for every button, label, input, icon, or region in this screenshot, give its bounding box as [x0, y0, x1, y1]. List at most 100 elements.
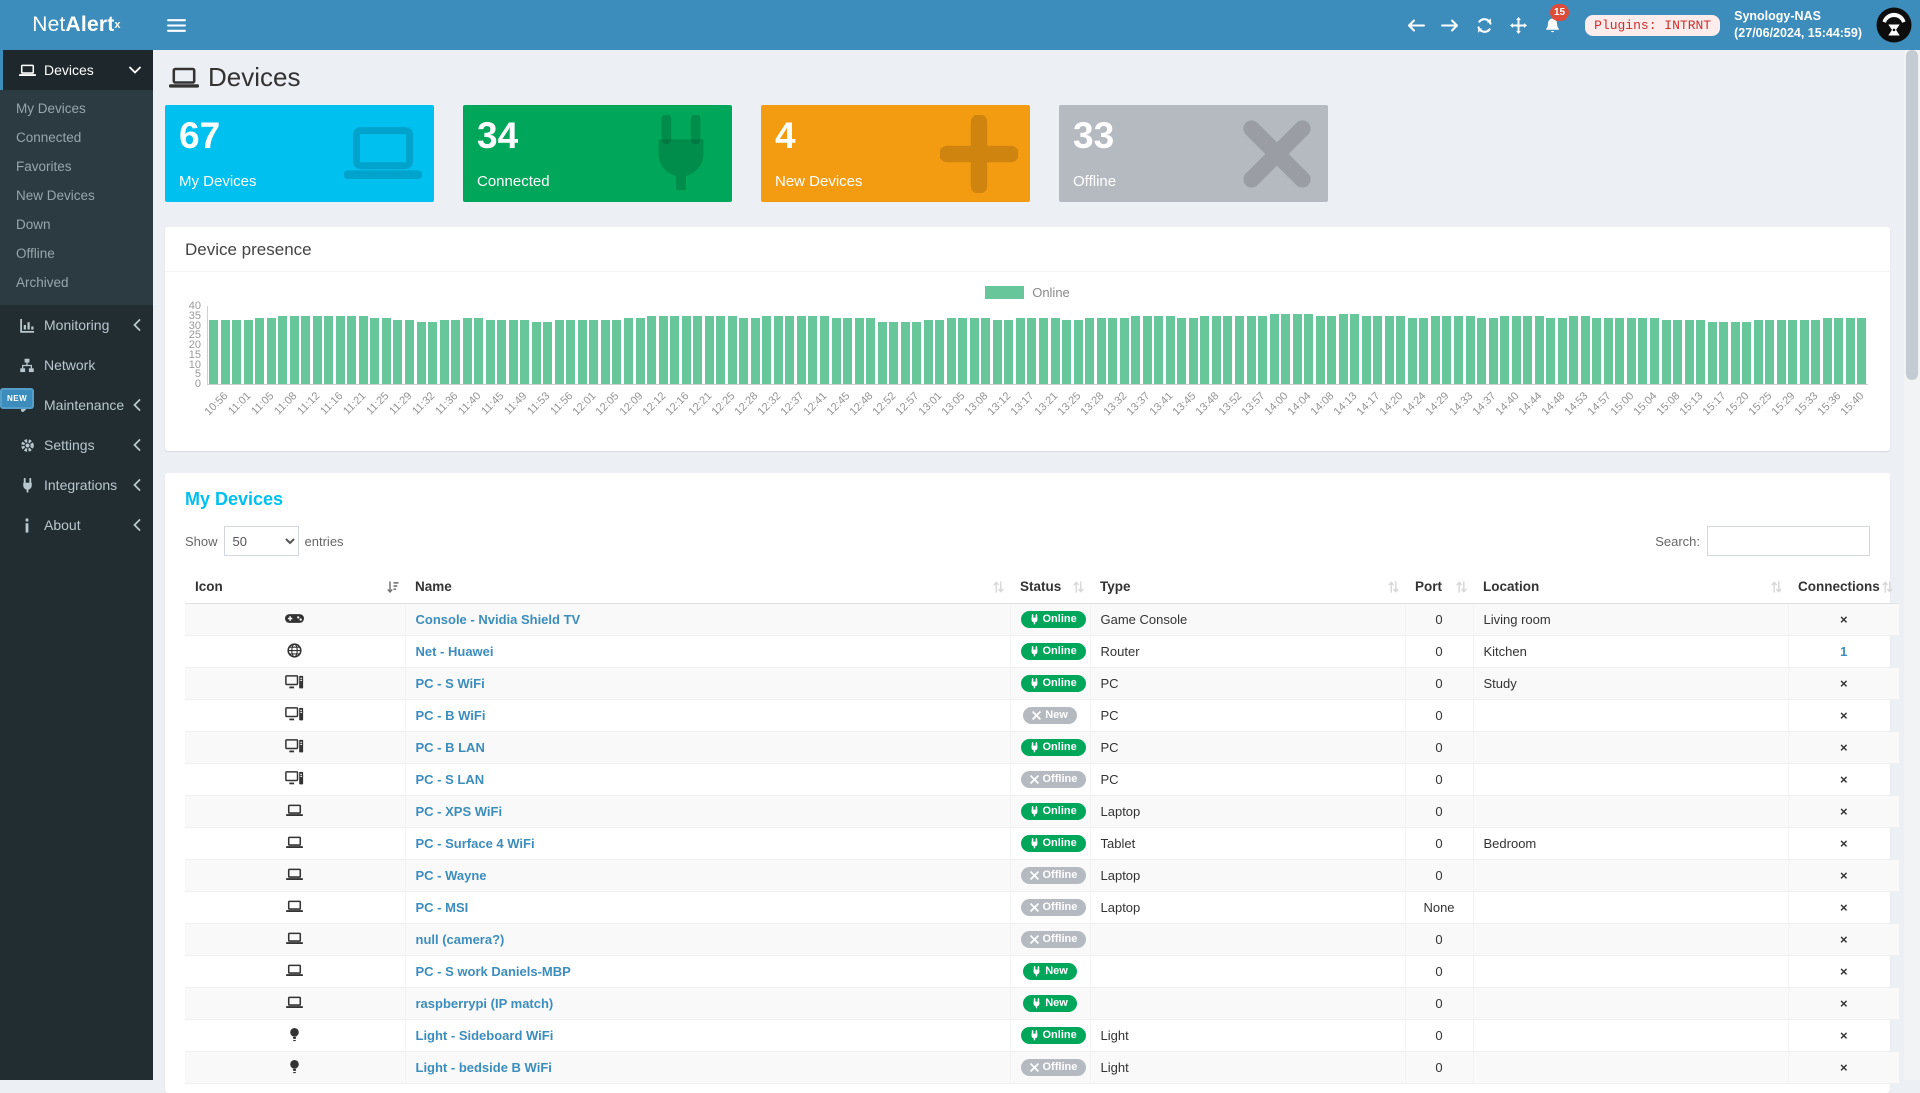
x-tick-label: 13:05	[940, 390, 968, 418]
nav-maximize-button[interactable]	[1501, 0, 1535, 50]
chart-bar	[1708, 322, 1717, 384]
user-avatar[interactable]	[1876, 7, 1912, 43]
connections-count-link[interactable]: 1	[1840, 644, 1847, 659]
device-name-link[interactable]: PC - B LAN	[416, 740, 485, 755]
laptop-icon	[286, 964, 303, 977]
summary-card-new-devices[interactable]: 4New Devices	[761, 105, 1030, 202]
column-header-type[interactable]: Type	[1090, 570, 1405, 604]
search-input[interactable]	[1707, 526, 1870, 556]
summary-card-connected[interactable]: 34Connected	[463, 105, 732, 202]
device-name-link[interactable]: PC - Wayne	[416, 868, 487, 883]
nav-refresh-button[interactable]	[1467, 0, 1501, 50]
device-location	[1473, 924, 1788, 956]
sidebar-item-monitoring[interactable]: Monitoring	[0, 305, 153, 345]
badge-plug-icon	[1032, 966, 1041, 977]
column-header-port[interactable]: Port	[1405, 570, 1473, 604]
column-header-label: Name	[415, 579, 452, 594]
badge-plug-icon	[1030, 838, 1039, 849]
chart-bar	[843, 318, 852, 384]
status-badge: Online	[1021, 739, 1086, 756]
sidebar-subitem-my-devices[interactable]: My Devices	[0, 94, 153, 123]
chart-bar	[1800, 320, 1809, 384]
chart-bar	[1581, 316, 1590, 384]
app-logo[interactable]: NetAlertx	[0, 0, 153, 50]
sidebar-subitem-connected[interactable]: Connected	[0, 123, 153, 152]
plugins-status-badge[interactable]: Plugins: INTRNT	[1585, 15, 1720, 36]
column-header-location[interactable]: Location	[1473, 570, 1788, 604]
x-tick-label: 11:53	[525, 390, 552, 417]
table-row: Light - bedside B WiFiOfflineLight0×	[185, 1052, 1899, 1084]
column-header-icon[interactable]: Icon	[185, 570, 405, 604]
column-header-connections[interactable]: Connections	[1788, 570, 1899, 604]
device-location: Kitchen	[1473, 636, 1788, 668]
x-tick-label: 15:04	[1632, 390, 1660, 418]
x-tick-label: 12:25	[709, 390, 737, 418]
notifications-button[interactable]: 15	[1535, 0, 1569, 50]
nav-back-button[interactable]	[1399, 0, 1433, 50]
device-name-link[interactable]: Light - bedside B WiFi	[416, 1060, 552, 1075]
device-name-link[interactable]: PC - S WiFi	[416, 676, 485, 691]
chart-bar	[682, 316, 691, 384]
device-location	[1473, 860, 1788, 892]
sidebar-subitem-archived[interactable]: Archived	[0, 268, 153, 297]
summary-card-my-devices[interactable]: 67My Devices	[165, 105, 434, 202]
x-tick-label: 14:48	[1539, 390, 1567, 418]
device-name-link[interactable]: PC - XPS WiFi	[416, 804, 503, 819]
x-tick-label: 11:01	[226, 390, 253, 417]
chart-bar	[1857, 318, 1866, 384]
device-name-link[interactable]: PC - S LAN	[416, 772, 485, 787]
laptop-icon	[18, 64, 36, 77]
device-port: 0	[1405, 1052, 1473, 1084]
device-name-link[interactable]: Light - Sideboard WiFi	[416, 1028, 554, 1043]
sidebar-subitem-offline[interactable]: Offline	[0, 239, 153, 268]
x-tick-label: 14:40	[1493, 390, 1521, 418]
device-name-link[interactable]: Net - Huawei	[416, 644, 494, 659]
chart-bar	[1788, 320, 1797, 384]
chart-legend[interactable]: Online	[165, 272, 1890, 306]
device-name-link[interactable]: null (camera?)	[416, 932, 505, 947]
column-header-status[interactable]: Status	[1010, 570, 1090, 604]
device-port: 0	[1405, 700, 1473, 732]
chart-bar	[486, 320, 495, 384]
sidebar-item-network[interactable]: Network	[0, 345, 153, 385]
sidebar-item-about[interactable]: About	[0, 505, 153, 545]
column-header-label: Connections	[1798, 579, 1880, 594]
table-row: null (camera?)Offline0×	[185, 924, 1899, 956]
chart-bar	[1558, 318, 1567, 384]
sidebar-subitem-new-devices[interactable]: New Devices	[0, 181, 153, 210]
chart-bar	[647, 316, 656, 384]
device-name-link[interactable]: PC - MSI	[416, 900, 469, 915]
status-badge: Online	[1021, 643, 1086, 660]
device-name-link[interactable]: Console - Nvidia Shield TV	[416, 612, 581, 627]
device-port: 0	[1405, 796, 1473, 828]
chart-bar	[509, 320, 518, 384]
column-header-name[interactable]: Name	[405, 570, 1010, 604]
no-connections-mark: ×	[1788, 732, 1899, 764]
device-name-link[interactable]: raspberrypi (IP match)	[416, 996, 554, 1011]
chart-bar	[1742, 322, 1751, 384]
sidebar-toggle-button[interactable]	[153, 0, 199, 50]
chart-bar	[1765, 320, 1774, 384]
device-name-link[interactable]: PC - B WiFi	[416, 708, 486, 723]
chart-bar	[1685, 320, 1694, 384]
table-row: PC - S LANOfflinePC0×	[185, 764, 1899, 796]
badge-plug-icon	[1030, 742, 1039, 753]
host-name: Synology-NAS	[1734, 8, 1862, 25]
status-label: Online	[1043, 1030, 1077, 1041]
sidebar-item-devices[interactable]: Devices	[0, 50, 153, 90]
sidebar-item-settings[interactable]: Settings	[0, 425, 153, 465]
sidebar-item-integrations[interactable]: Integrations	[0, 465, 153, 505]
no-connections-mark: ×	[1788, 956, 1899, 988]
chart-bar	[970, 318, 979, 384]
device-name-link[interactable]: PC - Surface 4 WiFi	[416, 836, 535, 851]
page-length-select[interactable]: 50	[224, 526, 299, 556]
device-name-link[interactable]: PC - S work Daniels-MBP	[416, 964, 571, 979]
sidebar-subitem-favorites[interactable]: Favorites	[0, 152, 153, 181]
scrollbar-thumb[interactable]	[1906, 50, 1918, 380]
column-header-label: Location	[1483, 579, 1539, 594]
sidebar-subitem-down[interactable]: Down	[0, 210, 153, 239]
sort-icon	[1882, 580, 1893, 594]
nav-forward-button[interactable]	[1433, 0, 1467, 50]
x-tick-label: 15:08	[1655, 390, 1683, 418]
summary-card-offline[interactable]: 33Offline	[1059, 105, 1328, 202]
